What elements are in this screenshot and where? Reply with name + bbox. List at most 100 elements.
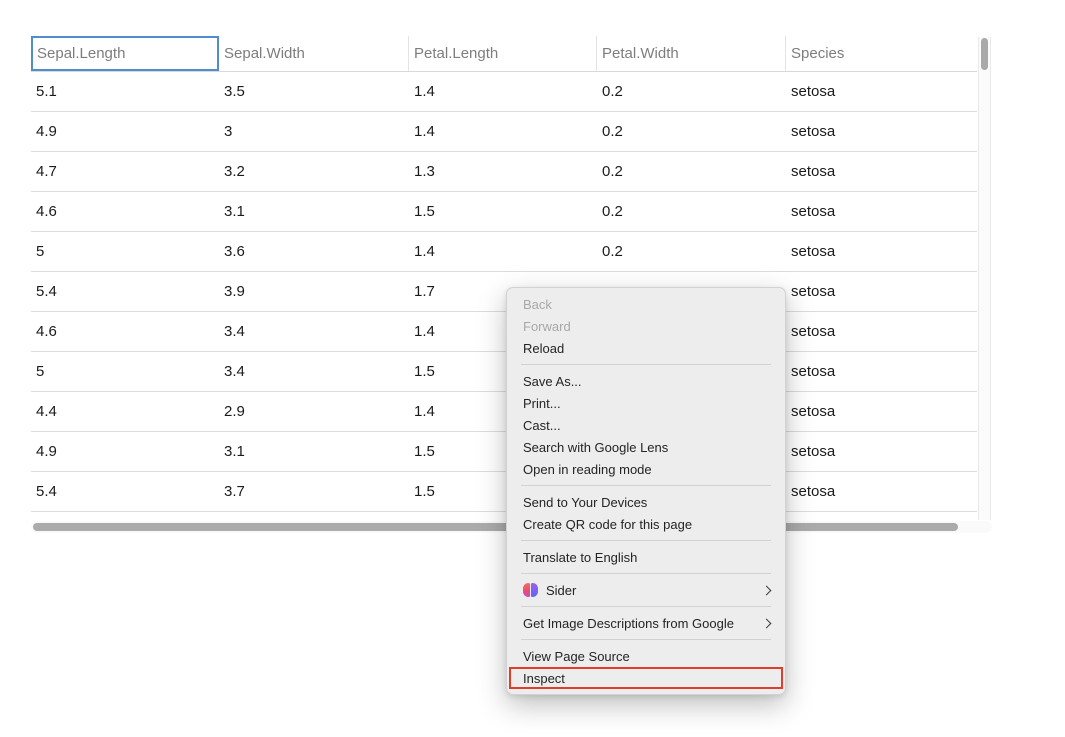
menu-item-create-qr-code-for-this-page[interactable]: Create QR code for this page — [507, 513, 785, 535]
cell-value: 3 — [224, 123, 232, 140]
table-cell[interactable]: setosa — [786, 392, 977, 431]
column-header-label: Petal.Length — [414, 45, 498, 62]
vertical-scrollbar-thumb[interactable] — [981, 38, 988, 70]
menu-item-send-to-your-devices[interactable]: Send to Your Devices — [507, 491, 785, 513]
cell-value: 3.1 — [224, 203, 245, 220]
table-cell[interactable]: 3.7 — [219, 472, 409, 511]
menu-item-reload[interactable]: Reload — [507, 337, 785, 359]
table-cell[interactable]: 1.5 — [409, 192, 597, 231]
table-cell[interactable]: 2.9 — [219, 392, 409, 431]
table-cell[interactable]: setosa — [786, 312, 977, 351]
table-cell[interactable]: 3.1 — [219, 192, 409, 231]
table-cell[interactable]: 5.1 — [31, 72, 219, 111]
table-cell[interactable]: 4.7 — [31, 152, 219, 191]
cell-value: 1.5 — [414, 483, 435, 500]
menu-item-label: Sider — [546, 583, 763, 598]
menu-item-save-as[interactable]: Save As... — [507, 370, 785, 392]
table-cell[interactable]: 3.9 — [219, 272, 409, 311]
table-cell[interactable]: 4.6 — [31, 192, 219, 231]
table-cell[interactable]: 4.9 — [31, 432, 219, 471]
table-cell[interactable]: setosa — [786, 352, 977, 391]
table-cell[interactable]: 1.4 — [409, 112, 597, 151]
table-cell[interactable]: 0.2 — [597, 232, 786, 271]
horizontal-scrollbar-thumb[interactable] — [33, 523, 958, 531]
table-cell[interactable]: setosa — [786, 272, 977, 311]
cell-value: 3.5 — [224, 83, 245, 100]
table-cell[interactable]: 5.4 — [31, 272, 219, 311]
vertical-scrollbar[interactable] — [978, 37, 991, 520]
menu-item-sider[interactable]: Sider — [507, 579, 785, 601]
cell-value: 1.4 — [414, 403, 435, 420]
table-cell[interactable]: setosa — [786, 72, 977, 111]
table-cell[interactable]: setosa — [786, 152, 977, 191]
menu-separator — [521, 540, 771, 541]
cell-value: 1.5 — [414, 363, 435, 380]
cell-value: 0.2 — [602, 83, 623, 100]
table-cell[interactable]: setosa — [786, 192, 977, 231]
menu-item-get-image-descriptions-from-google[interactable]: Get Image Descriptions from Google — [507, 612, 785, 634]
table-cell[interactable]: 5.4 — [31, 472, 219, 511]
table-cell[interactable]: 4.9 — [31, 112, 219, 151]
menu-item-cast[interactable]: Cast... — [507, 414, 785, 436]
column-header-petal-length[interactable]: Petal.Length — [409, 36, 597, 71]
context-menu: BackForwardReloadSave As...Print...Cast.… — [506, 287, 786, 695]
column-header-sepal-length[interactable]: Sepal.Length — [31, 36, 219, 71]
table-cell[interactable]: setosa — [786, 472, 977, 511]
cell-value: 3.1 — [224, 443, 245, 460]
table-cell[interactable]: 3 — [219, 112, 409, 151]
menu-separator — [521, 639, 771, 640]
table-cell[interactable]: 3.2 — [219, 152, 409, 191]
cell-value: 0.2 — [602, 203, 623, 220]
table-cell[interactable]: 1.4 — [409, 72, 597, 111]
table-cell[interactable]: 0.2 — [597, 112, 786, 151]
cell-value: 3.6 — [224, 243, 245, 260]
cell-value: 4.9 — [36, 443, 57, 460]
cell-value: setosa — [791, 403, 835, 420]
column-header-petal-width[interactable]: Petal.Width — [597, 36, 786, 71]
column-header-label: Species — [791, 45, 844, 62]
menu-item-translate-to-english[interactable]: Translate to English — [507, 546, 785, 568]
table-cell[interactable]: 1.4 — [409, 232, 597, 271]
table-cell[interactable]: 5 — [31, 352, 219, 391]
cell-value: setosa — [791, 123, 835, 140]
table-cell[interactable]: 0.2 — [597, 152, 786, 191]
column-header-sepal-width[interactable]: Sepal.Width — [219, 36, 409, 71]
table-row: 4.42.9 1.4 setosa — [31, 392, 977, 432]
table-cell[interactable]: 4.6 — [31, 312, 219, 351]
table-cell[interactable]: setosa — [786, 112, 977, 151]
table-row: 4.9 3 1.4 0.2 setosa — [31, 112, 977, 152]
table-cell[interactable]: 4.4 — [31, 392, 219, 431]
menu-item-view-page-source[interactable]: View Page Source — [507, 645, 785, 667]
column-header-species[interactable]: Species — [786, 36, 977, 71]
table-cell[interactable]: 3.4 — [219, 312, 409, 351]
table-cell[interactable]: setosa — [786, 232, 977, 271]
menu-item-label: Cast... — [523, 418, 773, 433]
table-cell[interactable]: 5 — [31, 232, 219, 271]
cell-value: 3.7 — [224, 483, 245, 500]
table-cell[interactable]: 3.4 — [219, 352, 409, 391]
submenu-arrow-icon — [762, 585, 772, 595]
menu-item-print[interactable]: Print... — [507, 392, 785, 414]
table-body: 5.13.51.40.2setosa4.931.40.2setosa4.73.2… — [31, 72, 977, 512]
table-cell[interactable]: 3.5 — [219, 72, 409, 111]
table-cell[interactable]: 0.2 — [597, 192, 786, 231]
menu-item-label: Print... — [523, 396, 773, 411]
menu-item-forward: Forward — [507, 315, 785, 337]
table-row: 4.63.41.4setosa — [31, 312, 977, 352]
table-cell[interactable]: setosa — [786, 432, 977, 471]
cell-value: 0.2 — [602, 123, 623, 140]
menu-item-label: Save As... — [523, 374, 773, 389]
cell-value: setosa — [791, 83, 835, 100]
menu-item-label: Send to Your Devices — [523, 495, 773, 510]
table-cell[interactable]: 0.2 — [597, 72, 786, 111]
table-cell[interactable]: 1.3 — [409, 152, 597, 191]
menu-item-search-with-google-lens[interactable]: Search with Google Lens — [507, 436, 785, 458]
column-header-label: Sepal.Length — [37, 45, 125, 62]
menu-separator — [521, 485, 771, 486]
menu-item-inspect[interactable]: Inspect — [509, 667, 783, 689]
menu-item-open-in-reading-mode[interactable]: Open in reading mode — [507, 458, 785, 480]
cell-value: 5 — [36, 243, 44, 260]
cell-value: 0.2 — [602, 243, 623, 260]
table-cell[interactable]: 3.1 — [219, 432, 409, 471]
table-cell[interactable]: 3.6 — [219, 232, 409, 271]
